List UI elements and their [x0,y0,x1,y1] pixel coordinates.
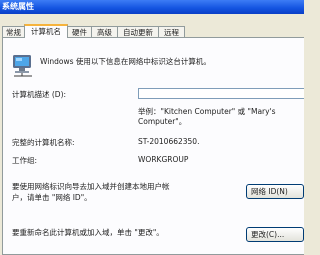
network-id-button[interactable]: 网络 ID(N) [246,184,304,199]
full-name-value: ST-2010662350. [138,137,200,146]
network-id-text-line1: 要使用网络标识向导去加入域并创建本地用户帐 [12,182,170,191]
tab-hardware[interactable]: 硬件 [67,26,92,37]
tab-computer-name-label: 计算机名 [31,27,61,36]
tab-computer-name[interactable]: 计算机名 [24,24,68,38]
rename-text: 要重新命名此计算机或加入域，单击 "更改"。 [12,228,164,237]
tab-general-label: 常规 [6,28,21,37]
tab-automatic-updates-label: 自动更新 [123,28,153,37]
computer-description-input[interactable] [138,88,304,99]
tab-remote-label: 远程 [164,28,179,37]
example-text-line2: Computer"。 [138,117,187,126]
tab-hardware-label: 硬件 [72,28,87,37]
change-button[interactable]: 更改(C)... [246,227,304,242]
computer-network-icon [13,55,32,77]
workgroup-label: 工作组: [12,156,38,165]
tab-automatic-updates[interactable]: 自动更新 [117,26,159,37]
network-id-text-line2: 户，请单击 "网络 ID"。 [12,193,92,202]
tab-advanced[interactable]: 高级 [91,26,118,37]
intro-text: Windows 使用以下信息在网络中标识这台计算机。 [40,57,211,66]
tab-advanced-label: 高级 [97,28,112,37]
description-label: 计算机描述 (D): [12,90,67,99]
full-name-label: 完整的计算机名称: [12,138,75,147]
window-title: 系统属性 [2,2,34,11]
workgroup-value: WORKGROUP [138,155,189,164]
tab-remote[interactable]: 远程 [158,26,185,37]
tab-general[interactable]: 常规 [2,26,25,37]
title-bar: 系统属性 [0,0,304,14]
tab-strip: 常规 计算机名 硬件 高级 自动更新 远程 [0,24,304,38]
